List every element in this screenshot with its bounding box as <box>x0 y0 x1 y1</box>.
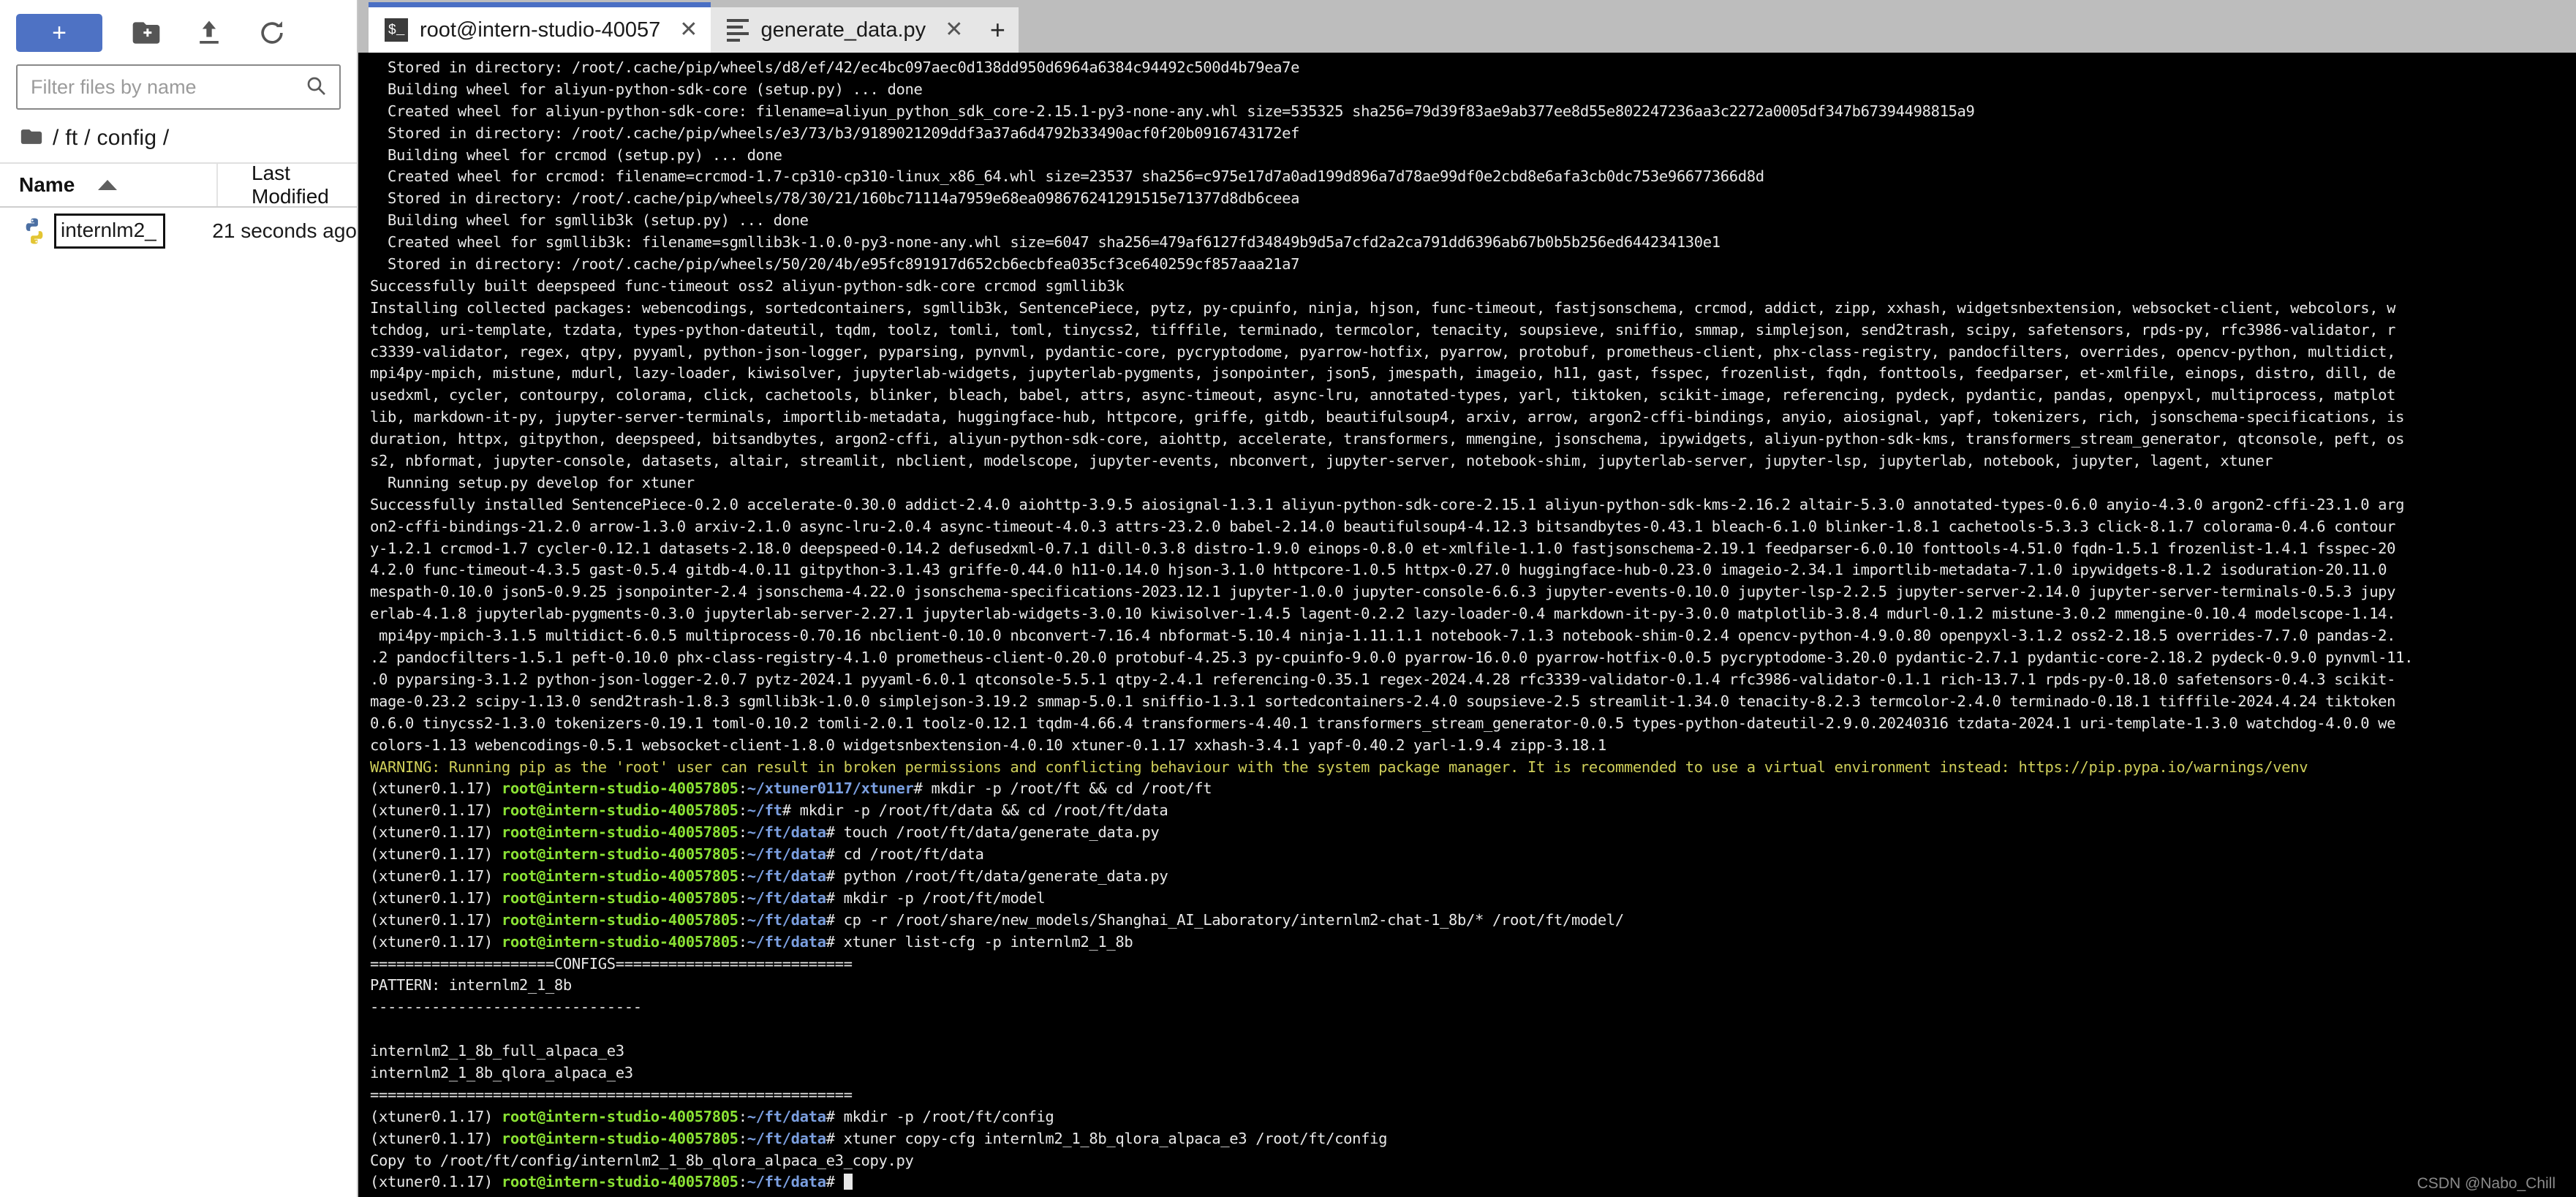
breadcrumb-path: / ft / config / <box>53 126 170 150</box>
upload-icon[interactable] <box>190 14 228 52</box>
terminal-line: Created wheel for sgmllib3k: filename=sg… <box>370 233 1721 252</box>
file-list-item[interactable]: internlm2_ ... 21 seconds ago <box>0 208 357 254</box>
terminal-icon: $_ <box>385 18 408 42</box>
column-header-name-label: Name <box>19 173 75 196</box>
tab-terminal[interactable]: $_ root@intern-studio-40057 ✕ <box>369 2 711 53</box>
terminal-output[interactable]: Stored in directory: /root/.cache/pip/wh… <box>358 53 2576 1197</box>
terminal-line: Installing collected packages: webencodi… <box>370 298 2396 317</box>
close-icon[interactable]: ✕ <box>679 19 698 41</box>
terminal-line: Building wheel for crcmod (setup.py) ...… <box>370 146 782 164</box>
watermark: CSDN @Nabo_Chill <box>2417 1175 2556 1192</box>
python-file-icon <box>19 216 50 246</box>
terminal-line: (xtuner0.1.17) root@intern-studio-400578… <box>370 823 1160 842</box>
terminal-line: Successfully built deepspeed func-timeou… <box>370 276 1125 295</box>
terminal-line: internlm2_1_8b_full_alpaca_e3 <box>370 1042 624 1060</box>
new-tab-button[interactable]: + <box>976 7 1019 53</box>
terminal-line: Stored in directory: /root/.cache/pip/wh… <box>370 124 1300 142</box>
terminal-line: (xtuner0.1.17) root@intern-studio-400578… <box>370 1171 2576 1193</box>
terminal-lines: Stored in directory: /root/.cache/pip/wh… <box>358 57 2576 1193</box>
terminal-line: Created wheel for aliyun-python-sdk-core… <box>370 102 1975 120</box>
jupyterlab-window: + Filter files by name / ft / config / N… <box>0 0 2576 1197</box>
new-folder-icon[interactable] <box>127 14 165 52</box>
terminal-line: internlm2_1_8b_qlora_alpaca_e3 <box>370 1063 633 1081</box>
new-launcher-button[interactable]: + <box>16 14 102 52</box>
file-name-rename-input[interactable]: internlm2_ ... <box>54 214 166 249</box>
terminal-line: lib, markdown-it-py, jupyter-server-term… <box>370 408 2405 426</box>
terminal-line: .2 pandocfilters-1.5.1 peft-0.10.0 phx-c… <box>370 649 2414 667</box>
terminal-line: mage-0.23.2 scipy-1.13.0 send2trash-1.8.… <box>370 692 2396 710</box>
breadcrumb[interactable]: / ft / config / <box>0 118 357 162</box>
terminal-line: (xtuner0.1.17) root@intern-studio-400578… <box>370 866 1168 885</box>
terminal-line: (xtuner0.1.17) root@intern-studio-400578… <box>370 932 1133 951</box>
terminal-line: Building wheel for aliyun-python-sdk-cor… <box>370 80 923 98</box>
folder-icon <box>19 124 44 153</box>
tab-bar: $_ root@intern-studio-40057 ✕ generate_d… <box>358 0 2576 53</box>
file-browser-toolbar: + <box>0 0 357 61</box>
python-editor-icon <box>727 18 749 42</box>
terminal-line: Running setup.py develop for xtuner <box>370 473 695 491</box>
column-header-name[interactable]: Name <box>19 164 218 206</box>
filter-files-box[interactable] <box>16 64 341 110</box>
terminal-line: Stored in directory: /root/.cache/pip/wh… <box>370 255 1300 273</box>
filter-row <box>0 61 357 118</box>
terminal-line: tchdog, uri-template, tzdata, types-pyth… <box>370 320 2396 339</box>
terminal-line: ------------------------------- <box>370 998 642 1016</box>
search-icon <box>304 74 328 101</box>
terminal-line: mpi4py-mpich-3.1.5 multidict-6.0.5 multi… <box>370 627 2396 645</box>
terminal-line: mpi4py-mpich, mistune, mdurl, lazy-loade… <box>370 364 2396 382</box>
file-list-header: Name Last Modified <box>0 162 357 208</box>
terminal-line: y-1.2.1 crcmod-1.7 cycler-0.12.1 dataset… <box>370 539 2396 557</box>
terminal-line: Stored in directory: /root/.cache/pip/wh… <box>370 189 1300 208</box>
search-input[interactable] <box>31 75 304 99</box>
terminal-line: .0 pyparsing-3.1.2 python-json-logger-2.… <box>370 670 2396 688</box>
terminal-line: WARNING: Running pip as the 'root' user … <box>370 758 2308 776</box>
terminal-line: Building wheel for sgmllib3k (setup.py) … <box>370 211 809 230</box>
tab-terminal-label: root@intern-studio-40057 <box>420 18 661 42</box>
terminal-line: (xtuner0.1.17) root@intern-studio-400578… <box>370 1107 1054 1125</box>
terminal-line: colors-1.13 webencodings-0.5.1 websocket… <box>370 736 1606 754</box>
terminal-line: (xtuner0.1.17) root@intern-studio-400578… <box>370 779 1212 798</box>
terminal-line: Copy to /root/ft/config/internlm2_1_8b_q… <box>370 1151 914 1169</box>
terminal-line: 0.6.0 tinycss2-1.3.0 tokenizers-0.19.1 t… <box>370 714 2396 732</box>
terminal-line: (xtuner0.1.17) root@intern-studio-400578… <box>370 845 984 864</box>
terminal-line: ========================================… <box>370 1085 853 1103</box>
terminal-line: Stored in directory: /root/.cache/pip/wh… <box>370 58 1300 76</box>
terminal-line: erlab-4.1.8 jupyterlab-pygments-0.3.0 ju… <box>370 605 2396 623</box>
refresh-icon[interactable] <box>253 14 291 52</box>
close-icon[interactable]: ✕ <box>945 19 963 41</box>
terminal-line: =====================CONFIGS============… <box>370 954 853 973</box>
terminal-line: (xtuner0.1.17) root@intern-studio-400578… <box>370 1129 1388 1147</box>
file-browser-panel: + Filter files by name / ft / config / N… <box>0 0 358 1197</box>
main-area: $_ root@intern-studio-40057 ✕ generate_d… <box>358 0 2576 1197</box>
terminal-line: (xtuner0.1.17) root@intern-studio-400578… <box>370 910 1624 929</box>
terminal-line: c3339-validator, regex, qtpy, pyyaml, py… <box>370 342 2396 360</box>
terminal-line: duration, httpx, gitpython, deepspeed, b… <box>370 430 2405 448</box>
terminal-line: (xtuner0.1.17) root@intern-studio-400578… <box>370 888 1046 907</box>
terminal-line: s2, nbformat, jupyter-console, datasets,… <box>370 452 2273 470</box>
file-last-modified: 21 seconds ago <box>212 219 357 242</box>
terminal-line: usedxml, cycler, contourpy, colorama, cl… <box>370 386 2396 404</box>
terminal-bottom-strip <box>358 1193 2576 1197</box>
terminal-line: Successfully installed SentencePiece-0.2… <box>370 495 2405 513</box>
tab-generate-data-label: generate_data.py <box>760 18 926 42</box>
sort-ascending-icon[interactable] <box>98 180 118 190</box>
column-header-last-modified[interactable]: Last Modified <box>218 162 357 208</box>
terminal-line: mespath-0.10.0 json5-0.9.25 jsonpointer-… <box>370 583 2396 601</box>
terminal-line: 4.2.0 func-timeout-4.3.5 gast-0.5.4 gitd… <box>370 561 2387 579</box>
tab-generate-data[interactable]: generate_data.py ✕ <box>711 7 977 53</box>
terminal-line: PATTERN: internlm2_1_8b <box>370 976 572 994</box>
terminal-line: Created wheel for crcmod: filename=crcmo… <box>370 167 1764 186</box>
terminal-line: on2-cffi-bindings-21.2.0 arrow-1.3.0 arx… <box>370 517 2396 535</box>
terminal-line: (xtuner0.1.17) root@intern-studio-400578… <box>370 801 1168 820</box>
